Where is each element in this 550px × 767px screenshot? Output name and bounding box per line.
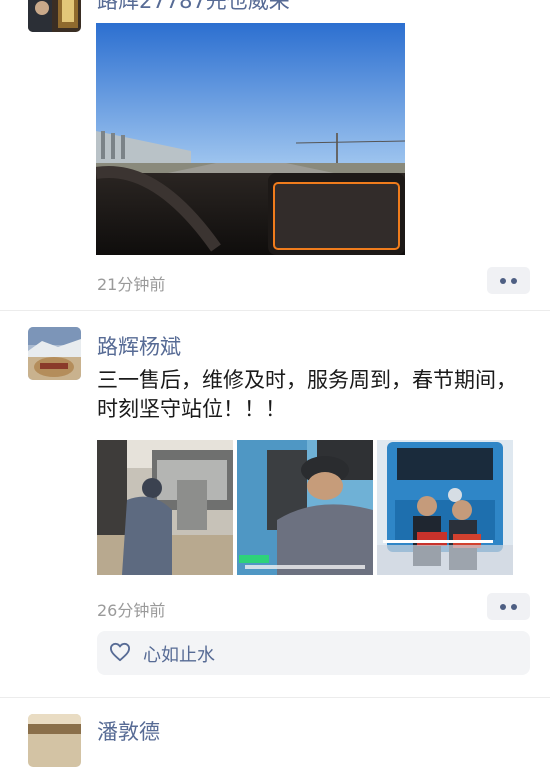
post3-author[interactable]: 潘敦德 — [97, 716, 160, 746]
heart-outline-icon[interactable] — [109, 642, 131, 662]
post2-text: 三一售后，维修及时，服务周到，春节期间，时刻坚守站位！！！ — [97, 368, 517, 421]
post2-time: 26分钟前 — [97, 601, 166, 620]
post-divider — [0, 310, 550, 311]
more-dots-icon — [500, 277, 506, 284]
post1-avatar[interactable] — [28, 0, 81, 32]
post2-avatar[interactable] — [28, 327, 81, 380]
post2-photo-2[interactable] — [237, 440, 373, 575]
post1-author[interactable]: 路辉27787先也威采 — [97, 0, 290, 15]
post3-avatar[interactable] — [28, 714, 81, 767]
post2-photo-1[interactable] — [97, 440, 233, 575]
post-divider — [0, 697, 550, 698]
likes-box: 心如止水 — [97, 631, 530, 675]
post2-more-button[interactable] — [487, 593, 530, 620]
post1-more-button[interactable] — [487, 267, 530, 294]
post1-time: 21分钟前 — [97, 275, 166, 294]
post2-photo-3[interactable] — [377, 440, 513, 575]
post2-author[interactable]: 路辉杨斌 — [97, 331, 181, 361]
like-user-name[interactable]: 心如止水 — [143, 641, 215, 667]
post1-photo[interactable] — [96, 23, 405, 255]
more-dots-icon — [500, 603, 506, 610]
